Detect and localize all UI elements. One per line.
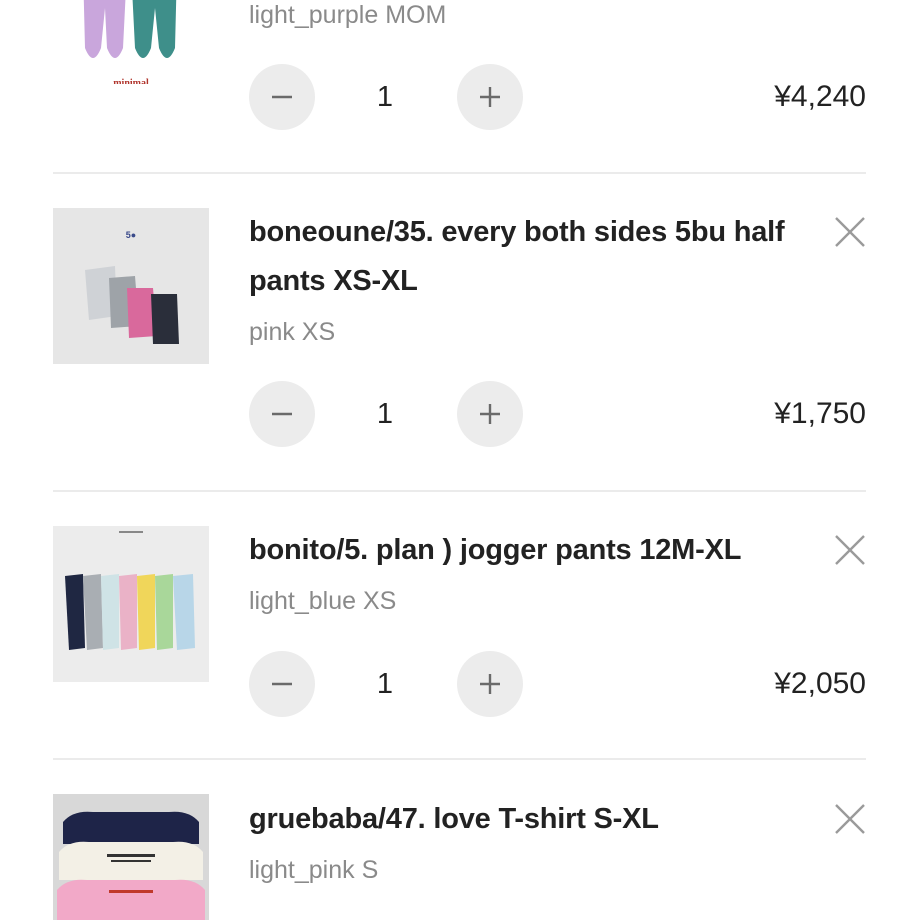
item-variant: light_blue XS: [249, 587, 397, 615]
minus-icon: [272, 682, 292, 686]
decrease-quantity-button[interactable]: [249, 651, 315, 717]
item-title[interactable]: boneoune/35. every both sides 5bu half p…: [249, 208, 809, 306]
minus-icon: [272, 412, 292, 416]
quantity-value: 1: [376, 81, 394, 113]
decrease-quantity-button[interactable]: [249, 64, 315, 130]
product-image: minimal: [53, 0, 209, 84]
minus-icon: [272, 95, 292, 99]
item-variant: pink XS: [249, 318, 336, 346]
brand-logo-text: minimal: [113, 78, 149, 84]
close-icon: [835, 217, 865, 247]
item-variant: light_pink S: [249, 856, 379, 884]
increase-quantity-button[interactable]: [457, 64, 523, 130]
decrease-quantity-button[interactable]: [249, 381, 315, 447]
item-title[interactable]: gruebaba/47. love T-shirt S-XL: [249, 795, 809, 844]
svg-text:5●: 5●: [126, 230, 136, 240]
product-image: 5●: [53, 208, 209, 364]
plus-icon: [480, 674, 500, 694]
increase-quantity-button[interactable]: [457, 381, 523, 447]
item-price: ¥1,750: [774, 397, 866, 430]
item-title[interactable]: bonito/5. plan ) jogger pants 12M-XL: [249, 526, 809, 575]
item-price: ¥2,050: [774, 667, 866, 700]
remove-item-button[interactable]: [832, 214, 868, 250]
item-divider: [53, 758, 866, 760]
close-icon: [835, 804, 865, 834]
item-variant: light_purple MOM: [249, 1, 447, 29]
item-price: ¥4,240: [774, 80, 866, 113]
quantity-value: 1: [376, 398, 394, 430]
remove-item-button[interactable]: [832, 532, 868, 568]
close-icon: [835, 535, 865, 565]
quantity-value: 1: [376, 668, 394, 700]
product-thumbnail[interactable]: [53, 794, 209, 920]
product-thumbnail[interactable]: minimal: [53, 0, 209, 84]
product-image: [53, 526, 209, 682]
item-divider: [53, 172, 866, 174]
product-thumbnail[interactable]: 5●: [53, 208, 209, 364]
remove-item-button[interactable]: [832, 801, 868, 837]
increase-quantity-button[interactable]: [457, 651, 523, 717]
product-image: [53, 794, 209, 920]
product-thumbnail[interactable]: [53, 526, 209, 682]
plus-icon: [480, 87, 500, 107]
plus-icon: [480, 404, 500, 424]
item-divider: [53, 490, 866, 492]
